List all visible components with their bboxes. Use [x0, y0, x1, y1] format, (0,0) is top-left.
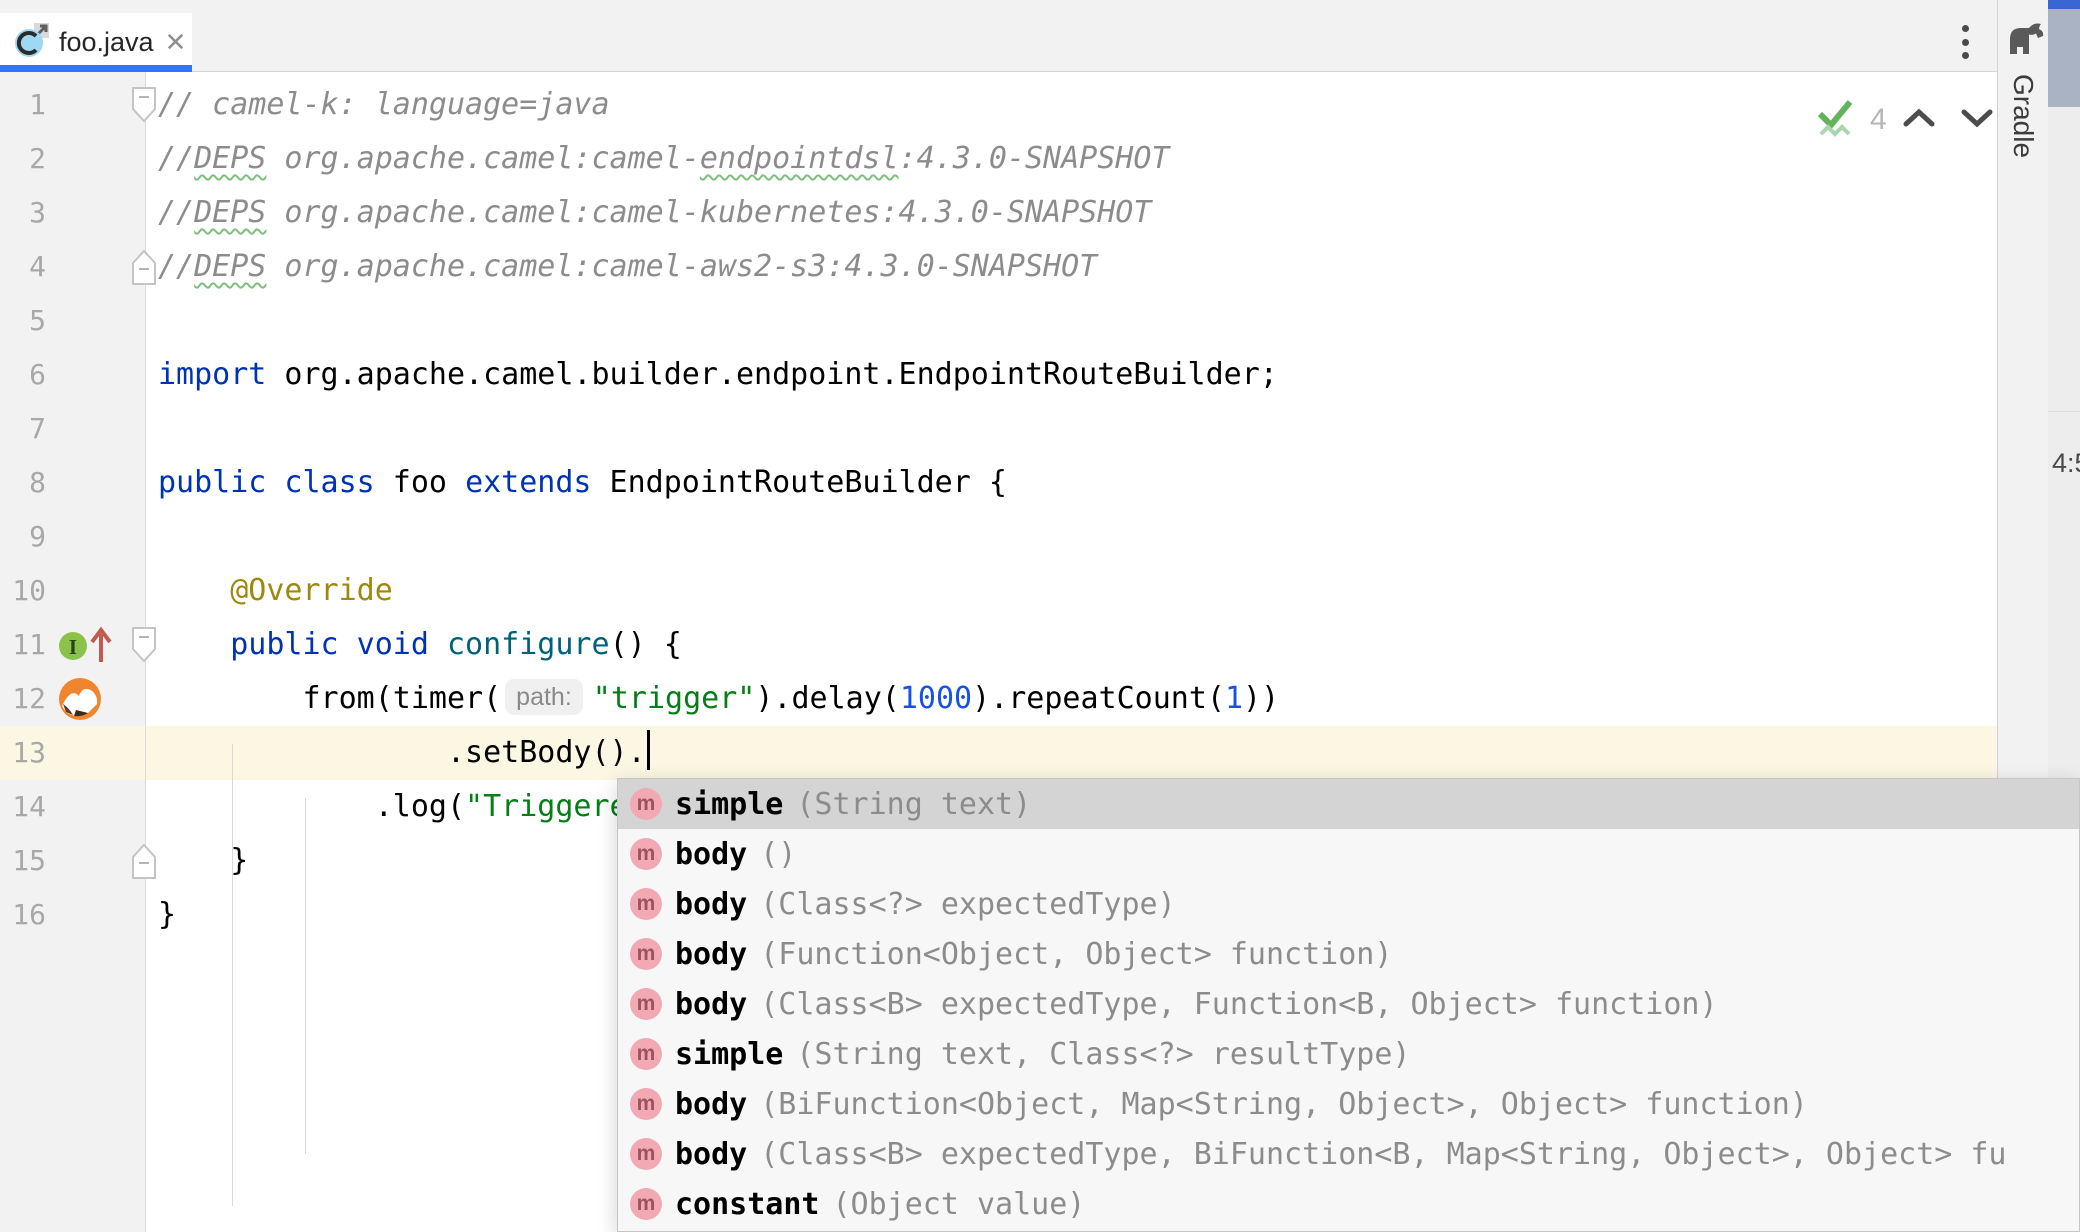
completion-item-body[interactable]: mbody ()	[618, 829, 2079, 879]
completion-item-name: simple	[675, 787, 783, 822]
line-number: 10	[0, 564, 46, 618]
line-number: 4	[0, 240, 46, 294]
completion-item-name: constant	[675, 1187, 820, 1222]
method-icon: m	[630, 838, 662, 870]
fold-region-end-icon[interactable]	[131, 842, 157, 885]
code-line-16: }	[158, 888, 176, 942]
background-window-accent	[2048, 0, 2080, 9]
completion-item-signature: (Class<?> expectedType)	[760, 887, 1175, 922]
code-line-13: .setBody().	[158, 726, 650, 780]
line-number: 8	[0, 456, 46, 510]
camel-k-file-icon	[14, 22, 50, 63]
line-number: 9	[0, 510, 46, 564]
code-line-4: //DEPS org.apache.camel:camel-aws2-s3:4.…	[158, 240, 1097, 294]
line-number: 13	[0, 726, 46, 780]
completion-item-simple[interactable]: msimple (String text)	[618, 779, 2079, 829]
code-line-11: public void configure() {	[158, 618, 682, 672]
active-tab-indicator	[0, 65, 192, 72]
code-line-10: @Override	[158, 564, 393, 618]
completion-item-signature: (Class<B> expectedType, BiFunction<B, Ma…	[760, 1137, 2006, 1172]
completion-item-name: body	[675, 987, 747, 1022]
line-number: 14	[0, 780, 46, 834]
method-icon: m	[630, 988, 662, 1020]
code-line-8: public class foo extends EndpointRouteBu…	[158, 456, 1007, 510]
completion-item-body[interactable]: mbody (BiFunction<Object, Map<String, Obj…	[618, 1079, 2079, 1129]
code-line-12: from(timer(path:"trigger").delay(1000).r…	[158, 672, 1279, 726]
method-icon: m	[630, 888, 662, 920]
tab-foo-java[interactable]: foo.java ✕	[0, 13, 192, 72]
completion-item-signature: (Object value)	[833, 1187, 1086, 1222]
completion-item-constant[interactable]: m constant (Object value)	[618, 1179, 2079, 1229]
problems-count: 4	[1870, 103, 1887, 137]
method-icon: m	[630, 938, 662, 970]
completion-item-signature: (BiFunction<Object, Map<String, Object>,…	[760, 1087, 1808, 1122]
code-line-1: // camel-k: language=java	[158, 78, 610, 132]
completion-item-name: body	[675, 887, 747, 922]
line-number: 12	[0, 672, 46, 726]
line-number: 2	[0, 132, 46, 186]
method-icon: m	[630, 1138, 662, 1170]
line-number: 11	[0, 618, 46, 672]
completion-item-name: body	[675, 1137, 747, 1172]
completion-item-name: simple	[675, 1037, 783, 1072]
code-line-15: }	[158, 834, 248, 888]
completion-item-body[interactable]: mbody (Class<B> expectedType, Function<B,…	[618, 979, 2079, 1029]
parameter-inlay-hint: path:	[505, 679, 583, 715]
line-number: 3	[0, 186, 46, 240]
kebab-menu-icon[interactable]	[1948, 22, 1982, 62]
editor-tab-bar: foo.java ✕	[0, 0, 1997, 72]
line-number: 1	[0, 78, 46, 132]
line-number: 6	[0, 348, 46, 402]
method-icon: m	[630, 1038, 662, 1070]
completion-item-signature: ()	[760, 837, 796, 872]
prev-problem-chevron-icon[interactable]	[1901, 106, 1937, 135]
completion-item-name: body	[675, 1087, 747, 1122]
code-line-2: //DEPS org.apache.camel:camel-endpointds…	[158, 132, 1169, 186]
background-window-text: 4:5	[2052, 448, 2080, 479]
completion-item-signature: (Class<B> expectedType, Function<B, Obje…	[760, 987, 1717, 1022]
line-number: 15	[0, 834, 46, 888]
fold-region-start-icon[interactable]	[131, 626, 157, 669]
tab-close-icon[interactable]: ✕	[165, 27, 187, 58]
line-number: 7	[0, 402, 46, 456]
completion-popup[interactable]: msimple(String text)mbody()mbody(Class<?…	[617, 778, 2080, 1232]
inspections-check-icon	[1814, 94, 1856, 147]
fold-region-start-icon[interactable]	[131, 86, 157, 129]
code-line-3: //DEPS org.apache.camel:camel-kubernetes…	[158, 186, 1151, 240]
gradle-elephant-icon[interactable]	[2003, 20, 2045, 63]
overriding-method-gutter-icon[interactable]: I	[56, 622, 118, 671]
line-number: 5	[0, 294, 46, 348]
method-icon: m	[630, 1188, 662, 1220]
completion-item-signature: (Function<Object, Object> function)	[760, 937, 1392, 972]
camel-route-gutter-icon[interactable]	[58, 677, 102, 726]
completion-item-signature: (String text, Class<?> resultType)	[796, 1037, 1410, 1072]
method-icon: m	[630, 1088, 662, 1120]
fold-region-end-icon[interactable]	[131, 248, 157, 291]
svg-text:I: I	[69, 635, 77, 659]
completion-item-body[interactable]: mbody (Class<B> expectedType, BiFunction<…	[618, 1129, 2079, 1179]
text-caret	[647, 730, 650, 770]
code-line-14: .log("Triggere	[158, 780, 628, 834]
tool-window-label-gradle[interactable]: Gradle	[2007, 74, 2039, 158]
completion-item-name: body	[675, 837, 747, 872]
completion-item-signature: (String text)	[796, 787, 1031, 822]
background-window-header	[2048, 9, 2080, 107]
completion-item-body[interactable]: mbody (Class<?> expectedType)	[618, 879, 2079, 929]
code-line-6: import org.apache.camel.builder.endpoint…	[158, 348, 1278, 402]
completion-item-body[interactable]: mbody (Function<Object, Object> function)	[618, 929, 2079, 979]
tab-title: foo.java	[59, 27, 154, 58]
completion-item-name: body	[675, 937, 747, 972]
ide-window: foo.java ✕ 12345678910111213141516 I // …	[0, 0, 2080, 1232]
inspections-widget[interactable]: 4	[1814, 92, 1984, 148]
line-number: 16	[0, 888, 46, 942]
completion-item-simple[interactable]: msimple (String text, Class<?> resultType…	[618, 1029, 2079, 1079]
method-icon: m	[630, 788, 662, 820]
indent-guide	[305, 798, 306, 1154]
next-problem-chevron-icon[interactable]	[1959, 106, 1995, 135]
